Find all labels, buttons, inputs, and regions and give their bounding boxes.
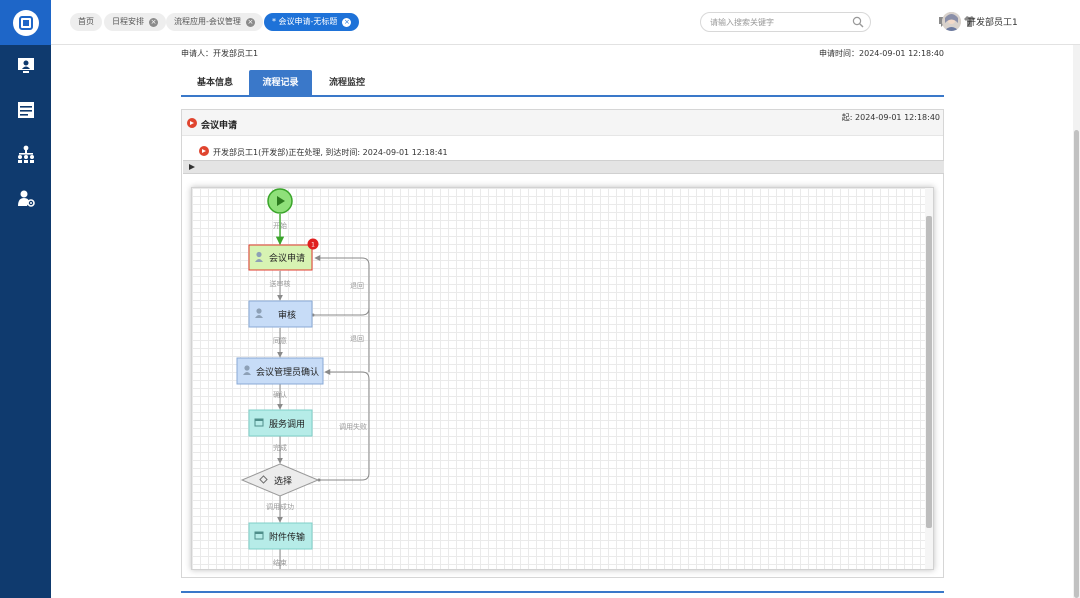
label-end: 结束 [273, 558, 287, 567]
search-box [700, 12, 871, 32]
node-label: 服务调用 [269, 418, 305, 430]
tab-label: 日程安排 [112, 17, 144, 26]
app-logo[interactable] [0, 0, 51, 45]
node-label: 审核 [278, 309, 296, 321]
monitor-user-icon[interactable] [15, 55, 36, 76]
edge-label: 退回 [350, 334, 364, 343]
flow-record-panel: 会议申请 起: 2024-09-01 12:18:40 开发部员工1(开发部)正… [181, 109, 944, 578]
apply-time-label: 申请时间：2024-09-01 12:18:40 [819, 49, 944, 58]
tab-flow-monitor[interactable]: 流程监控 [316, 70, 378, 96]
page-scrollbar[interactable] [1073, 45, 1080, 598]
node-label: 选择 [274, 475, 292, 487]
edge-label: 调用失败 [339, 422, 367, 431]
close-icon[interactable]: × [245, 17, 255, 27]
sidebar [0, 0, 51, 598]
processing-status: 开发部员工1(开发部)正在处理, 到达时间: 2024-09-01 12:18:… [213, 148, 448, 157]
label-start: 开始 [273, 221, 287, 230]
arrow-circle-icon [199, 146, 209, 156]
applicant-label: 申请人：开发部员工1 [181, 49, 259, 58]
flow-diagram: 开始 会议申请 1 送审核 审核 同意 会议管理员确认 确认 服务调用 完成 选… [236, 188, 370, 569]
user-settings-icon[interactable] [15, 187, 36, 208]
tab-home[interactable]: 首页 [70, 13, 102, 31]
panel-title: 会议申请 [201, 121, 238, 131]
tab-label: * 会议申请-无标题 [272, 17, 338, 26]
edge-label: 送审核 [270, 279, 291, 288]
tab-basic-info[interactable]: 基本信息 [181, 70, 249, 96]
org-chart-icon[interactable] [15, 143, 36, 164]
arrow-circle-icon [187, 118, 197, 128]
panel-header: 会议申请 起: 2024-09-01 12:18:40 [182, 110, 943, 136]
avatar[interactable] [942, 12, 961, 31]
search-input[interactable] [710, 16, 850, 29]
username[interactable]: 开发部员工1 [967, 15, 1018, 28]
start-time: 起: 2024-09-01 12:18:40 [841, 113, 940, 122]
node-label: 附件传输 [269, 531, 305, 543]
tab-label: 流程应用-会议管理 [174, 17, 241, 26]
node-label: 会议管理员确认 [256, 366, 319, 378]
logo-icon [12, 9, 39, 36]
node-label: 会议申请 [269, 252, 305, 264]
badge-count: 1 [311, 242, 315, 249]
tab-meeting-apply[interactable]: * 会议申请-无标题 × [264, 13, 360, 31]
edge-label: 确认 [273, 390, 287, 399]
tab-schedule[interactable]: 日程安排 × [104, 13, 166, 31]
play-triangle-icon [189, 164, 195, 170]
edge-label: 退回 [350, 281, 364, 290]
tab-flow-record[interactable]: 流程记录 [249, 70, 312, 96]
calendar-list-icon[interactable] [15, 99, 36, 120]
close-icon[interactable]: × [342, 17, 352, 27]
tab-label: 首页 [78, 17, 94, 26]
scrollbar-thumb[interactable] [1074, 130, 1079, 598]
edge-label: 同意 [273, 336, 287, 345]
close-icon[interactable]: × [149, 17, 158, 27]
edge-label: 完成 [273, 443, 287, 452]
edge-label: 调用成功 [266, 502, 294, 511]
tab-underline [181, 95, 944, 97]
canvas-scrollbar[interactable] [925, 188, 933, 569]
tab-flow-meeting[interactable]: 流程应用-会议管理 × [166, 13, 263, 31]
flow-diagram-canvas: 开始 会议申请 1 送审核 审核 同意 会议管理员确认 确认 服务调用 完成 选… [191, 187, 934, 570]
scrollbar-thumb[interactable] [926, 216, 932, 528]
collapse-toggle[interactable] [183, 160, 944, 174]
search-icon[interactable] [852, 16, 864, 28]
bottom-divider [181, 591, 944, 593]
